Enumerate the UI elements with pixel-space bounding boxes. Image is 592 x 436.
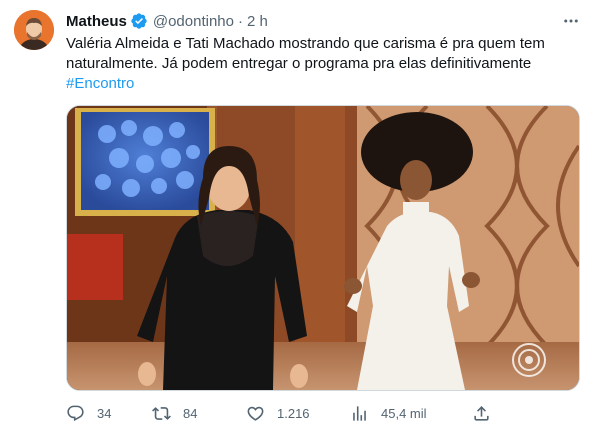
- tweet-timestamp[interactable]: 2 h: [247, 13, 268, 30]
- tweet-text-line: naturalmente. Já podem entregar o progra…: [66, 55, 532, 72]
- retweet-icon: [152, 406, 171, 420]
- more-icon[interactable]: [561, 11, 581, 31]
- retweet-count: 84: [183, 405, 198, 421]
- tweet-header: Matheus @odontinho · 2 h: [66, 11, 268, 31]
- like-icon: [247, 406, 264, 421]
- author-name[interactable]: Matheus: [66, 13, 127, 30]
- verified-icon: [130, 12, 148, 30]
- reply-icon: [67, 405, 84, 421]
- retweet-button[interactable]: 84: [152, 402, 197, 424]
- reply-count: 34: [97, 405, 112, 421]
- tweet-text: Valéria Almeida e Tati Machado mostrando…: [66, 34, 566, 94]
- tweet-card[interactable]: Matheus @odontinho · 2 h Valéria Almeida…: [0, 0, 592, 436]
- avatar[interactable]: [14, 10, 54, 50]
- separator-dot: ·: [237, 12, 243, 30]
- author-handle[interactable]: @odontinho: [153, 13, 234, 30]
- like-count: 1.216: [277, 405, 310, 421]
- views-icon: [353, 405, 366, 421]
- tweet-text-line: Valéria Almeida e Tati Machado mostrando…: [66, 35, 545, 52]
- views-button[interactable]: 45,4 mil: [350, 402, 427, 424]
- hashtag-link[interactable]: #Encontro: [66, 75, 134, 92]
- tweet-actions: 34 84 1.216 45,4 mil: [66, 402, 496, 424]
- tweet-media-photo[interactable]: [66, 105, 580, 391]
- share-icon: [474, 405, 489, 421]
- views-count: 45,4 mil: [381, 405, 427, 421]
- like-button[interactable]: 1.216: [246, 402, 310, 424]
- reply-button[interactable]: 34: [66, 402, 111, 424]
- share-button[interactable]: [472, 402, 491, 424]
